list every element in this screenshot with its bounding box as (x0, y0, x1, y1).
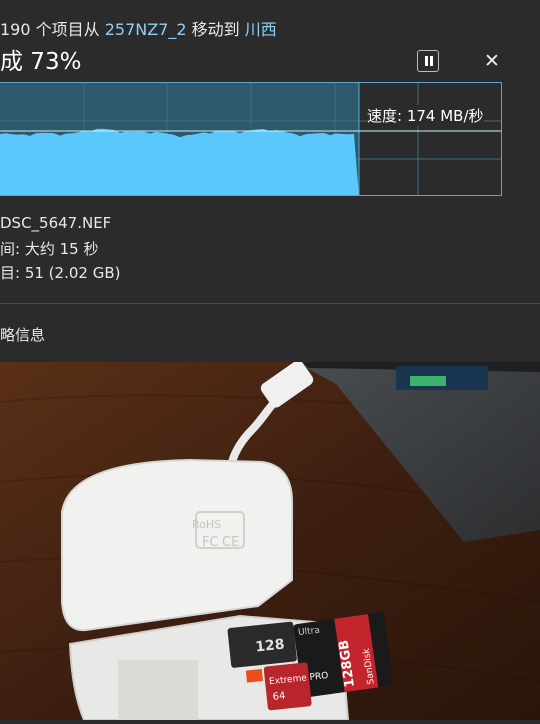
close-button[interactable]: ✕ (483, 50, 501, 72)
file-transfer-dialog: 190 个项目从 257NZ7_2 移动到 川西 成 73% ✕ 速度: 174… (0, 0, 540, 362)
laptop-sticker-green (410, 376, 446, 386)
microsd-2-capacity: 64 (272, 691, 286, 703)
speed-label: 速度: 174 MB/秒 (367, 105, 484, 126)
speed-area (0, 128, 359, 195)
current-file-name: DSC_5647.NEF (0, 214, 112, 232)
rohs-mark: RoHS (192, 518, 221, 531)
percent-complete: 成 73% (0, 49, 82, 75)
transfer-speed-graph (0, 82, 502, 196)
microsd-1-capacity: 128 (255, 636, 286, 655)
ce-mark: CE (222, 535, 239, 550)
destination-folder-link[interactable]: 川西 (245, 20, 277, 39)
card-orange-accent (245, 668, 263, 683)
transfer-summary: 190 个项目从 257NZ7_2 移动到 川西 (0, 16, 277, 40)
items-remaining: 目: 51 (2.02 GB) (0, 264, 121, 282)
fewer-details-toggle[interactable]: 略信息 (0, 324, 45, 345)
summary-mid: 移动到 (191, 20, 240, 39)
card-reader-photo: RoHS FC CE 128GB SanDisk 128 Extreme PRO… (0, 360, 540, 721)
divider (0, 303, 540, 304)
summary-prefix: 190 个项目从 (0, 20, 100, 39)
photo-card-reader: RoHS FC CE 128GB SanDisk 128 Extreme PRO… (0, 360, 540, 721)
pause-icon (425, 56, 428, 66)
time-remaining: 间: 大约 15 秒 (0, 240, 99, 258)
card-reader-lid (61, 458, 293, 632)
base-slot-area (118, 660, 198, 720)
speed-graph-svg (0, 83, 501, 195)
pause-button[interactable] (417, 50, 439, 72)
source-folder-link[interactable]: 257NZ7_2 (105, 20, 187, 39)
fc-mark: FC (202, 535, 219, 550)
close-icon: ✕ (484, 50, 500, 72)
pause-icon-bar (430, 56, 433, 66)
